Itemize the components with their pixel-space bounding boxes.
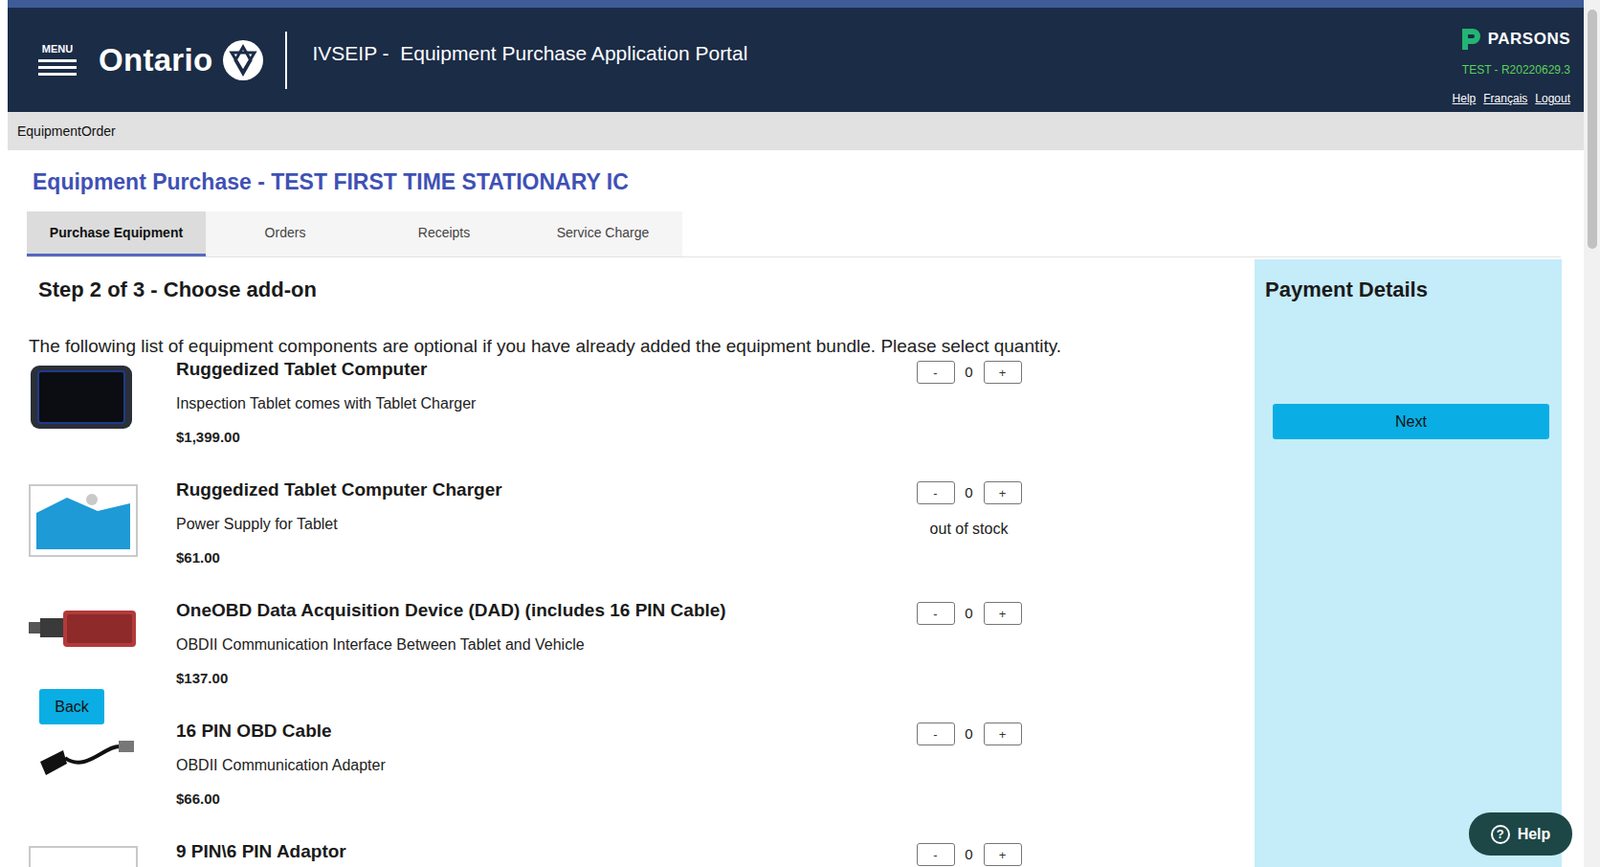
breadcrumb: EquipmentOrder <box>7 111 1584 151</box>
item-description: Inspection Tablet comes with Tablet Char… <box>176 393 912 415</box>
placeholder-image <box>28 484 138 557</box>
portal-title: IVSEIP - Equipment Purchase Application … <box>311 38 748 69</box>
page: MENU Ontario IVSEIP - Equipment Purchase A… <box>7 0 1584 867</box>
scrollbar-thumb[interactable] <box>1587 9 1598 249</box>
addon-item: 16 PIN OBD Cable OBDII Communication Adap… <box>28 719 1236 841</box>
increase-button[interactable]: + <box>983 601 1023 625</box>
trillium-icon <box>222 39 265 82</box>
hamburger-icon <box>38 58 77 76</box>
item-name: 16 PIN OBD Cable <box>176 719 912 742</box>
header-link[interactable]: Help <box>1452 89 1477 108</box>
menu-button[interactable]: MENU <box>35 44 80 76</box>
item-image <box>28 478 144 557</box>
decrease-button[interactable]: - <box>916 360 956 384</box>
page-title: Equipment Purchase - TEST FIRST TIME STA… <box>32 165 1584 199</box>
increase-button[interactable]: + <box>983 360 1023 384</box>
ontario-logo[interactable]: Ontario <box>98 31 288 89</box>
addon-item: OneOBD Data Acquisition Device (DAD) (in… <box>28 599 1236 720</box>
item-image <box>28 719 144 783</box>
increase-button[interactable]: + <box>983 843 1023 867</box>
item-price: $1,399.00 <box>176 427 912 447</box>
item-info: 16 PIN OBD Cable OBDII Communication Adap… <box>176 719 912 809</box>
tab[interactable]: Orders <box>205 211 365 257</box>
item-description: OBDII Communication Adapter <box>176 755 912 777</box>
item-name: Ruggedized Tablet Computer Charger <box>176 478 912 501</box>
tab[interactable]: Receipts <box>364 211 524 257</box>
item-info: Ruggedized Tablet Computer Inspection Tab… <box>176 357 912 447</box>
step-heading: Step 2 of 3 - Choose add-on <box>38 276 1236 304</box>
header-link[interactable]: Logout <box>1534 89 1571 108</box>
decrease-button[interactable]: - <box>916 843 956 867</box>
addon-item: 9 PIN\6 PIN Adaptor-0 + <box>28 840 1236 867</box>
quantity-control: -0 + <box>911 719 1027 746</box>
quantity-stepper: -0 + <box>916 722 1023 746</box>
menu-label[interactable]: MENU <box>42 44 73 55</box>
item-description: OBDII Communication Interface Between Ta… <box>176 634 912 656</box>
obd-cable-image <box>28 725 138 783</box>
addon-list: Step 2 of 3 - Choose add-on The following… <box>7 259 1255 867</box>
header-links: Help Français Logout <box>1452 89 1571 108</box>
company-logo: PARSONS <box>1459 26 1571 52</box>
next-button[interactable]: Next <box>1272 403 1550 440</box>
tab-bar: Purchase EquipmentOrdersReceiptsService … <box>26 211 683 257</box>
quantity-value: 0 <box>962 844 977 867</box>
item-price: $61.00 <box>176 548 912 568</box>
quantity-stepper: -0 + <box>916 601 1023 625</box>
item-info: 9 PIN\6 PIN Adaptor <box>176 840 912 867</box>
quantity-stepper: -0 + <box>916 481 1023 505</box>
obd-device-image <box>28 604 138 653</box>
quantity-stepper: -0 + <box>916 843 1023 867</box>
item-name: OneOBD Data Acquisition Device (DAD) (in… <box>176 599 912 622</box>
quantity-control: -0 + <box>911 840 1027 867</box>
addon-item: Ruggedized Tablet Computer Inspection Tab… <box>28 357 1236 479</box>
quantity-stepper: -0 + <box>916 360 1023 384</box>
item-description: Power Supply for Tablet <box>176 513 912 535</box>
header-right: PARSONS TEST - R20220629.3 Help Français Log… <box>1452 7 1571 108</box>
help-icon[interactable]: ? <box>1490 824 1511 845</box>
help-label[interactable]: Help <box>1517 822 1552 846</box>
item-name: Ruggedized Tablet Computer <box>176 357 912 380</box>
addon-item: Ruggedized Tablet Computer Charger Power … <box>28 478 1236 600</box>
payment-panel: Payment Details Next <box>1254 259 1562 867</box>
environment-label: TEST - R20220629.3 <box>1462 61 1571 79</box>
item-price: $66.00 <box>176 789 912 809</box>
item-info: OneOBD Data Acquisition Device (DAD) (in… <box>176 599 912 689</box>
item-price: $137.00 <box>176 668 912 689</box>
tab-strip: Purchase EquipmentOrdersReceiptsService … <box>26 211 1584 257</box>
item-info: Ruggedized Tablet Computer Charger Power … <box>176 478 912 568</box>
increase-button[interactable]: + <box>983 722 1023 746</box>
help-button[interactable]: ? Help <box>1468 812 1573 856</box>
header-link[interactable]: Français <box>1483 89 1528 108</box>
tablet-image <box>28 363 134 431</box>
tab[interactable]: Purchase Equipment <box>26 211 206 257</box>
parsons-icon <box>1459 26 1483 52</box>
payment-heading: Payment Details <box>1265 276 1550 304</box>
decrease-button[interactable]: - <box>916 601 956 625</box>
item-image <box>28 357 144 431</box>
item-image <box>28 599 144 653</box>
decrease-button[interactable]: - <box>916 481 956 505</box>
quantity-value: 0 <box>962 602 977 625</box>
brand-name[interactable]: Ontario <box>98 44 213 76</box>
item-name: 9 PIN\6 PIN Adaptor <box>176 840 912 863</box>
top-header: MENU Ontario IVSEIP - Equipment Purchase A… <box>7 0 1584 112</box>
back-button[interactable]: Back <box>39 688 105 725</box>
tab[interactable]: Service Charge <box>523 211 683 257</box>
scrollbar[interactable] <box>1583 0 1600 867</box>
tab-divider <box>26 256 1561 258</box>
item-image <box>28 840 144 867</box>
quantity-value: 0 <box>962 482 977 505</box>
quantity-control: -0 + <box>911 599 1027 625</box>
quantity-value: 0 <box>962 723 977 746</box>
increase-button[interactable]: + <box>983 481 1023 505</box>
decrease-button[interactable]: - <box>916 722 956 746</box>
instructions: The following list of equipment componen… <box>28 334 1236 358</box>
quantity-control: -0 + <box>911 357 1027 384</box>
main-area: Step 2 of 3 - Choose add-on The following… <box>7 257 1584 867</box>
adapter-image <box>28 845 138 867</box>
stock-note: out of stock <box>930 517 1009 541</box>
quantity-control: -0 + out of stock <box>911 478 1027 541</box>
quantity-value: 0 <box>962 361 977 384</box>
company-name: PARSONS <box>1488 26 1571 52</box>
